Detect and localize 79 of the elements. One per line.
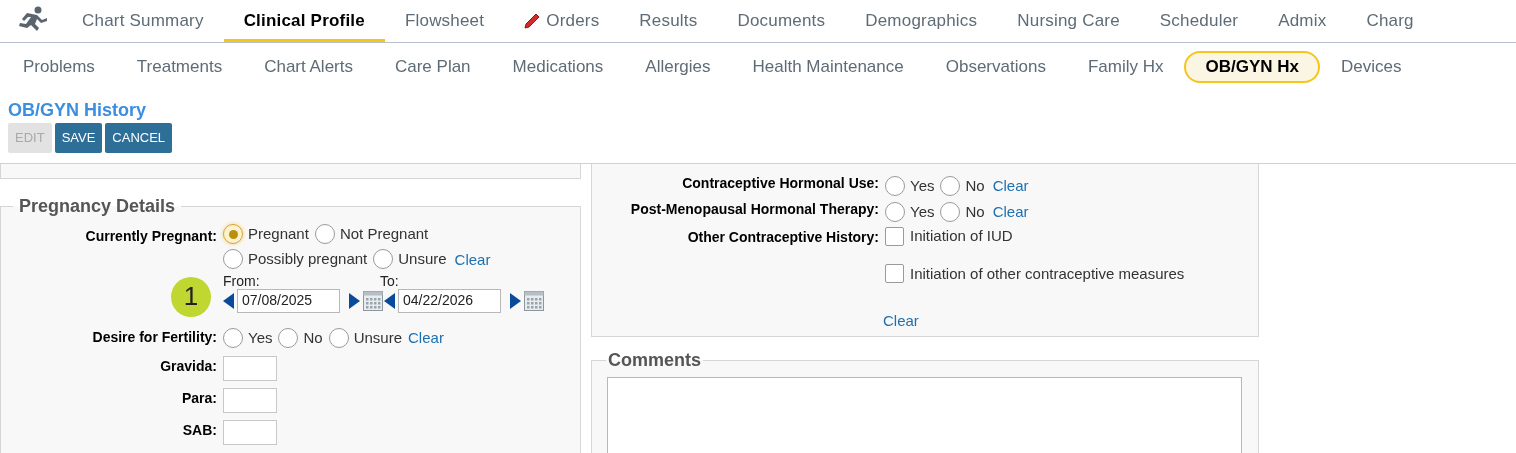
running-figure-icon[interactable] [18, 6, 48, 32]
nav-tab[interactable]: Documents [717, 2, 846, 42]
clear-link[interactable]: Clear [408, 326, 444, 349]
nav-tab[interactable]: Demographics [845, 2, 998, 42]
sub-nav-tab[interactable]: Medications [491, 51, 625, 83]
sub-nav-tab[interactable]: OB/GYN Hx [1184, 51, 1320, 83]
number-field[interactable] [223, 356, 277, 381]
radio-button[interactable] [223, 249, 243, 269]
number-field[interactable] [223, 388, 277, 413]
radio-button[interactable] [223, 327, 243, 348]
option-label: Not Pregnant [339, 224, 429, 244]
nav-tab[interactable]: Admix [1258, 2, 1347, 42]
radio-button[interactable] [223, 224, 243, 245]
previous-arrow-icon[interactable] [384, 292, 395, 309]
radio-button[interactable] [314, 224, 335, 245]
radio-button[interactable] [940, 176, 961, 196]
date-field[interactable]: 07/08/2025 [237, 288, 340, 313]
field-label: Desire for Fertility: [91, 327, 217, 347]
option-label: Yes [910, 175, 935, 196]
clear-link[interactable]: Clear [992, 203, 1029, 220]
option-label: Initiation of other contraceptive measures [910, 263, 1185, 284]
next-arrow-icon[interactable] [349, 292, 360, 309]
comments-field[interactable] [607, 377, 1242, 453]
clear-link[interactable]: Clear [454, 250, 491, 268]
option-label: No [965, 175, 985, 196]
radio-button[interactable] [940, 202, 961, 222]
field-label: Other Contraceptive History: [686, 228, 879, 247]
action-button[interactable]: CANCEL [105, 123, 173, 153]
radio-button[interactable] [328, 327, 349, 348]
number-field[interactable] [223, 420, 277, 445]
checkbox[interactable] [885, 264, 904, 284]
section-title: Comments [607, 349, 702, 372]
option-label: Initiation of IUD [910, 226, 1013, 246]
sub-nav-tab[interactable]: Health Maintenance [731, 51, 925, 83]
sub-nav-tab[interactable]: Care Plan [373, 51, 492, 83]
sub-nav-tab[interactable]: Chart Alerts [243, 51, 374, 83]
step-number-badge: 1 [171, 276, 211, 317]
section-title: Pregnancy Details [18, 195, 177, 218]
sub-nav-tab[interactable]: Devices [1320, 51, 1423, 83]
clear-link[interactable]: Clear [992, 177, 1029, 194]
nav-tab[interactable]: Charg [1346, 2, 1434, 42]
page-title: OB/GYN History [8, 99, 148, 121]
sub-nav-tab[interactable]: Family Hx [1066, 51, 1185, 83]
field-label: Currently Pregnant: [84, 227, 217, 246]
nav-tab[interactable]: Orders [504, 2, 620, 42]
radio-button[interactable] [373, 249, 394, 269]
field-label: Para: [180, 389, 217, 408]
nav-tab[interactable]: Flowsheet [384, 2, 505, 42]
nav-tab[interactable]: Scheduler [1139, 2, 1259, 42]
nav-tab[interactable]: Chart Summary [62, 2, 224, 42]
field-label: Post-Menopausal Hormonal Therapy: [629, 200, 879, 219]
nav-tab[interactable]: Clinical Profile [223, 2, 385, 42]
sub-nav-tab[interactable]: Observations [924, 51, 1067, 83]
option-label: No [303, 327, 323, 348]
clear-link[interactable]: Clear [883, 312, 919, 329]
option-label: Possibly pregnant [248, 248, 368, 269]
option-label: Unsure [398, 248, 447, 269]
field-label: Contraceptive Hormonal Use: [681, 174, 879, 193]
option-label: Unsure [353, 327, 403, 348]
sub-nav-tab[interactable]: Allergies [624, 51, 732, 83]
date-field[interactable]: 04/22/2026 [398, 288, 501, 313]
option-label: No [965, 201, 985, 222]
previous-arrow-icon[interactable] [223, 292, 234, 309]
nav-tab[interactable]: Results [619, 2, 718, 42]
field-label: Gravida: [159, 357, 217, 376]
option-label: Yes [248, 327, 273, 348]
option-label: Yes [910, 201, 935, 222]
radio-button[interactable] [885, 202, 905, 222]
next-arrow-icon[interactable] [510, 292, 521, 309]
checkbox[interactable] [885, 226, 904, 246]
nav-tab[interactable]: Nursing Care [997, 2, 1140, 42]
radio-button[interactable] [278, 327, 299, 348]
sub-nav-tab[interactable]: Problems [2, 51, 116, 83]
action-button[interactable]: SAVE [54, 123, 103, 153]
sub-nav-tab[interactable]: Treatments [115, 51, 244, 83]
date-label: To: [380, 272, 400, 289]
option-label: Pregnant [248, 224, 309, 244]
field-label: SAB: [181, 421, 217, 440]
radio-button[interactable] [885, 176, 905, 196]
